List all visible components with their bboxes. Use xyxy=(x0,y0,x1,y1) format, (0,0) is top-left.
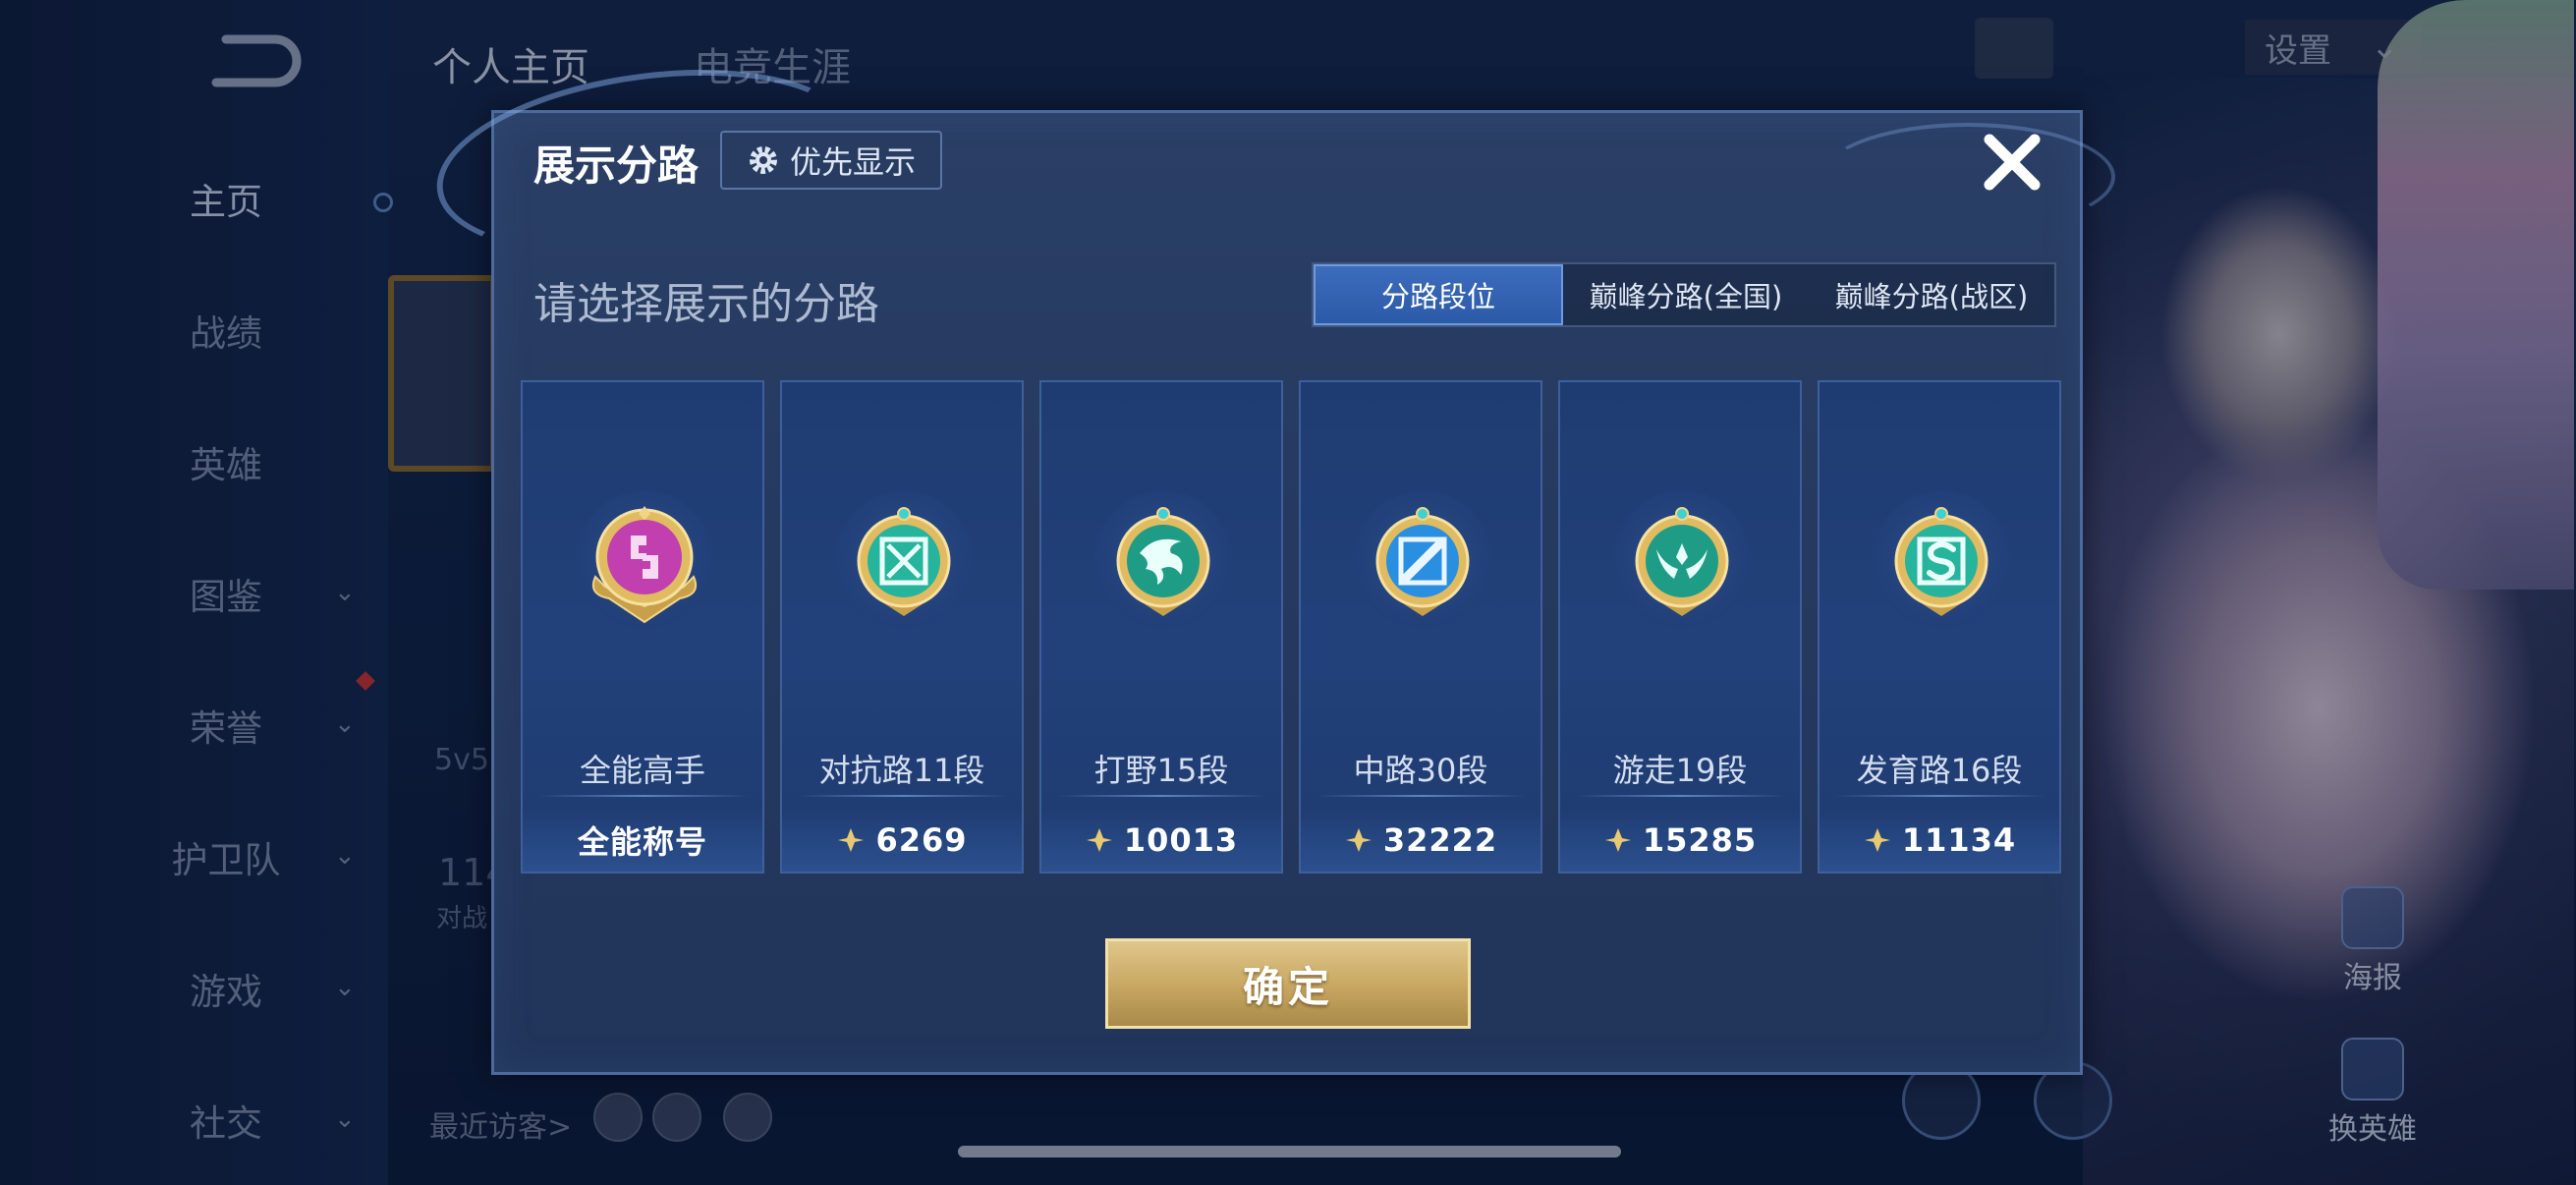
points-icon xyxy=(1345,828,1372,852)
lane-card-all-round[interactable]: 全能高手 全能称号 xyxy=(521,380,764,874)
lane-score-value: 6269 xyxy=(875,821,968,859)
roam-badge-icon xyxy=(1635,507,1729,616)
points-icon xyxy=(838,828,865,852)
game-screen: 主页 战绩 英雄 图鉴 ⌄ 荣誉 ⌄ 护卫队 ⌄ 游戏 ⌄ 社交 ⌄ 个人主页 xyxy=(0,0,2576,1185)
points-icon xyxy=(1864,828,1890,852)
lane-score-value: 11134 xyxy=(1901,821,2017,859)
lane-score-value: 32222 xyxy=(1382,821,1498,859)
lane-card-jungle[interactable]: 打野15段 10013 xyxy=(1039,380,1283,874)
lane-name: 打野15段 xyxy=(1093,752,1229,789)
clash-lane-badge-icon xyxy=(857,507,951,616)
badge-glow xyxy=(576,490,713,628)
badge-glow xyxy=(1094,490,1232,628)
lane-name: 对抗路11段 xyxy=(818,752,985,789)
lane-card-roam[interactable]: 游走19段 15285 xyxy=(1558,380,1802,874)
tab-peak-national[interactable]: 巅峰分路(全国) xyxy=(1563,264,1809,325)
points-icon xyxy=(1086,828,1112,852)
lane-score: 10013 xyxy=(1041,809,1281,872)
all-round-badge-icon xyxy=(591,506,698,624)
card-divider xyxy=(538,795,749,797)
badge-glow xyxy=(1873,490,2010,628)
mid-lane-badge-icon xyxy=(1375,507,1470,616)
badge-glow xyxy=(1354,490,1491,628)
lane-card-clash[interactable]: 对抗路11段 6269 xyxy=(780,380,1024,874)
priority-display-label: 优先显示 xyxy=(789,143,916,181)
card-divider xyxy=(1835,795,2045,797)
jungle-badge-icon xyxy=(1116,507,1210,616)
badge-glow xyxy=(835,490,973,628)
lane-score: 32222 xyxy=(1301,809,1540,872)
home-indicator[interactable] xyxy=(958,1146,1621,1157)
lane-name: 发育路16段 xyxy=(1856,752,2023,789)
lane-score: 6269 xyxy=(782,809,1022,872)
badge-glow xyxy=(1613,490,1751,628)
lane-card-mid[interactable]: 中路30段 32222 xyxy=(1299,380,1542,874)
confirm-button[interactable]: 确定 xyxy=(1105,938,1471,1029)
lane-card-farm[interactable]: 发育路16段 11134 xyxy=(1818,380,2061,874)
card-divider xyxy=(1316,795,1527,797)
lane-display-dialog: 展示分路 优先显示 请选择展示的分路 分路段位 巅峰分路(全国) 巅峰分路(战区… xyxy=(424,44,2115,1075)
dialog-title: 展示分路 xyxy=(533,141,700,190)
lane-score-value: 15285 xyxy=(1642,821,1758,859)
tab-lane-rank[interactable]: 分路段位 xyxy=(1314,264,1563,325)
lane-name: 游走19段 xyxy=(1612,752,1748,789)
lane-score: 11134 xyxy=(1820,809,2059,872)
close-icon[interactable] xyxy=(1978,128,2046,197)
lane-tabs: 分路段位 巅峰分路(全国) 巅峰分路(战区) xyxy=(1312,262,2056,327)
gear-icon xyxy=(749,146,777,174)
tab-peak-region[interactable]: 巅峰分路(战区) xyxy=(1809,264,2054,325)
card-divider xyxy=(1576,795,1786,797)
priority-display-button[interactable]: 优先显示 xyxy=(720,131,942,190)
card-divider xyxy=(1057,795,1267,797)
lane-name: 中路30段 xyxy=(1353,752,1488,789)
lane-score-value: 10013 xyxy=(1123,821,1239,859)
lane-score-value: 全能称号 xyxy=(577,823,707,861)
farm-lane-badge-icon xyxy=(1894,507,1988,616)
decorative-swirl xyxy=(1820,123,2115,231)
lane-score: 全能称号 xyxy=(523,809,762,872)
points-icon xyxy=(1604,828,1631,852)
card-divider xyxy=(798,795,1008,797)
lane-score: 15285 xyxy=(1560,809,1800,872)
lane-name: 全能高手 xyxy=(579,752,705,789)
select-lane-prompt: 请选择展示的分路 xyxy=(533,279,879,329)
